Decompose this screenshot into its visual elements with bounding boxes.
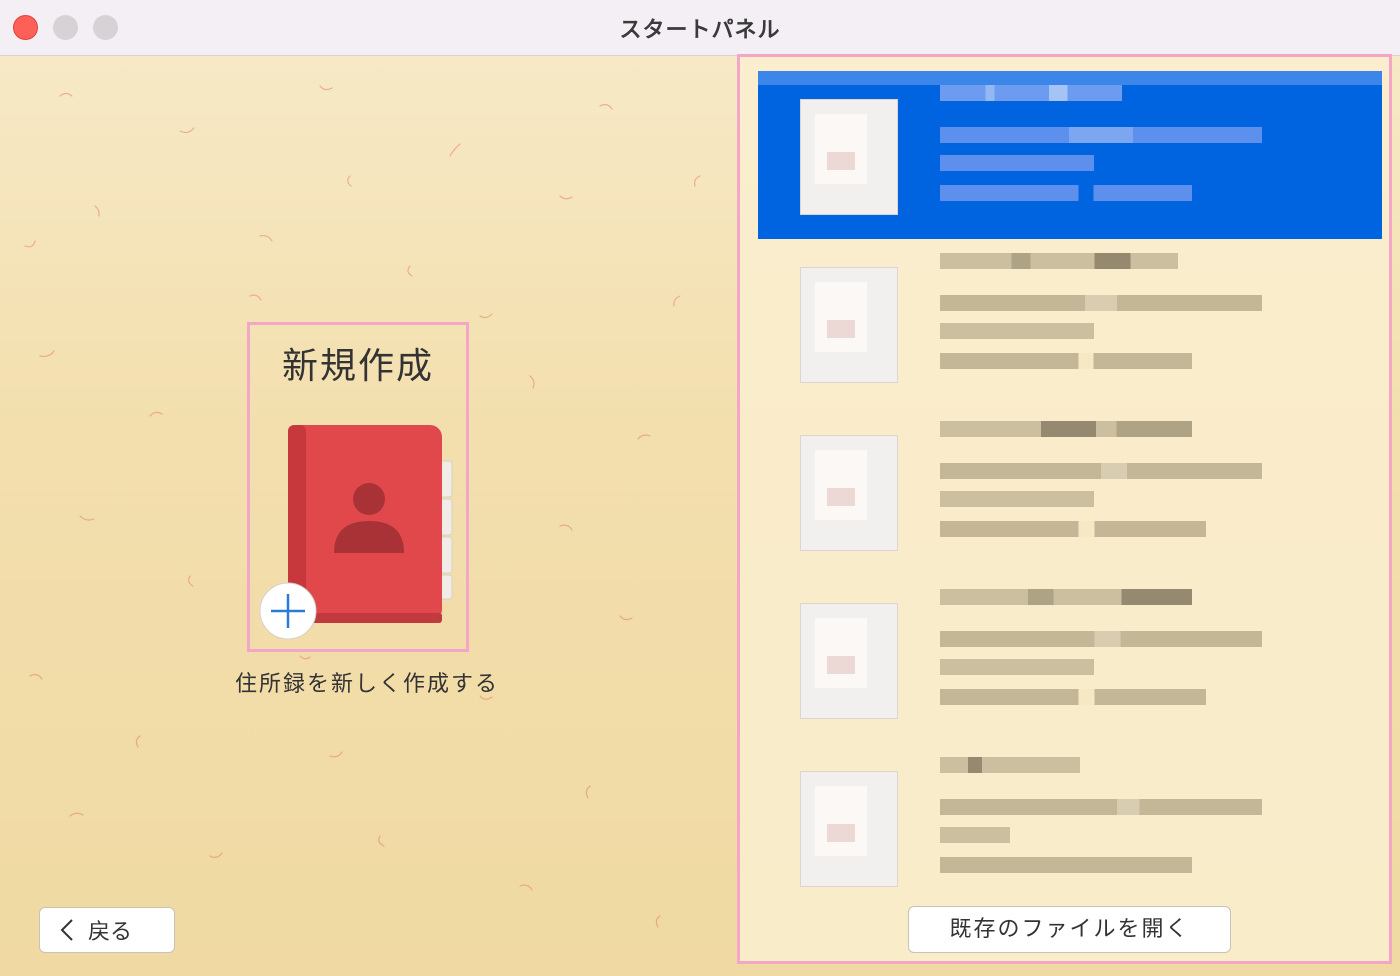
file-name-obscured	[940, 85, 1122, 101]
recent-file-item[interactable]	[758, 575, 1382, 743]
file-name-obscured	[940, 253, 1178, 269]
title-bar: スタートパネル	[0, 0, 1400, 56]
file-path-obscured	[940, 827, 1010, 843]
file-date-obscured	[940, 353, 1192, 369]
file-path-obscured	[940, 799, 1262, 815]
file-date-obscured	[940, 521, 1206, 537]
address-book-icon	[259, 425, 453, 640]
recent-file-item[interactable]	[758, 239, 1382, 407]
recent-file-item[interactable]	[758, 71, 1382, 239]
file-date-obscured	[940, 857, 1192, 873]
file-thumbnail	[800, 771, 898, 887]
file-path-obscured	[940, 631, 1262, 647]
file-path-obscured	[940, 323, 1094, 339]
new-document-caption: 住所録を新しく作成する	[234, 672, 499, 697]
recent-file-item[interactable]	[758, 407, 1382, 575]
file-name-obscured	[940, 757, 1080, 773]
file-date-obscured	[940, 185, 1192, 201]
file-path-obscured	[940, 491, 1094, 507]
file-path-obscured	[940, 463, 1262, 479]
new-document-button[interactable]: 新規作成	[247, 322, 469, 652]
file-thumbnail	[800, 267, 898, 383]
recent-file-item[interactable]	[758, 743, 1382, 911]
chevron-left-icon	[60, 918, 74, 942]
open-existing-file-button[interactable]: 既存のファイルを開く	[908, 906, 1231, 953]
file-path-obscured	[940, 155, 1094, 171]
recent-files-list	[758, 71, 1382, 911]
file-thumbnail	[800, 99, 898, 215]
file-thumbnail	[800, 435, 898, 551]
file-path-obscured	[940, 659, 1094, 675]
file-date-obscured	[940, 689, 1206, 705]
new-document-heading: 新規作成	[281, 346, 434, 387]
file-path-obscured	[940, 127, 1262, 143]
back-button-label: 戻る	[88, 920, 133, 945]
window-title: スタートパネル	[619, 18, 781, 43]
file-thumbnail	[800, 603, 898, 719]
file-name-obscured	[940, 589, 1192, 605]
file-name-obscured	[940, 421, 1192, 437]
recent-files-panel	[737, 54, 1392, 964]
file-path-obscured	[940, 295, 1262, 311]
back-button[interactable]: 戻る	[39, 907, 175, 953]
